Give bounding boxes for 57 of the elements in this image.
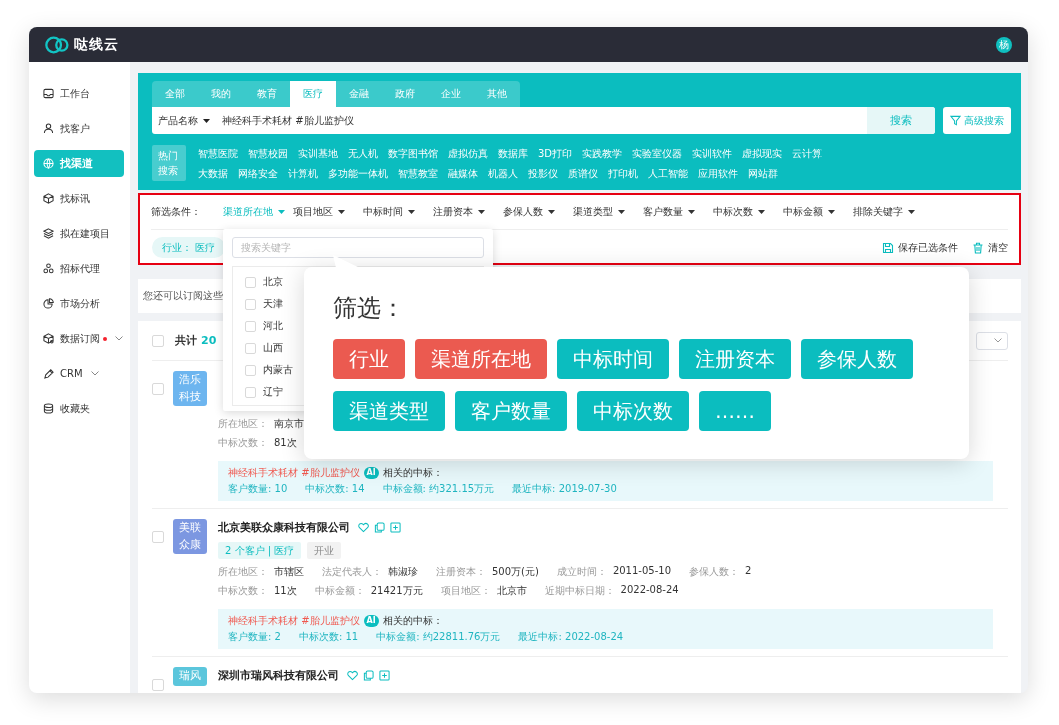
field-value: 南京市 [274, 416, 304, 431]
filter-tag: …… [699, 391, 771, 431]
total-label: 共计 [175, 333, 197, 348]
filter-tag: 中标次数 [577, 391, 689, 431]
field-value: 2011-05-10 [612, 564, 671, 578]
field-label: 项目地区： [440, 583, 491, 598]
field-value: 韩淑珍 [388, 564, 418, 579]
filter-label: 筛选条件： [151, 205, 202, 219]
field-label: 注册资本： [436, 564, 486, 579]
field-label: 中标次数： [218, 435, 268, 450]
field-value: 北京市 [496, 583, 527, 598]
field-label: 法定代表人： [322, 564, 382, 579]
field-label: 中标金额： [314, 583, 365, 598]
filter-tag: 参保人数 [801, 339, 913, 379]
bid-stat: 中标次数: 11 [298, 630, 359, 644]
field-label: 所在地区： [218, 564, 268, 579]
bid-stat: 最近中标: 2019-07-30 [512, 482, 617, 496]
bid-stat: 客户数量: 2 [228, 630, 281, 644]
filter-tag: 注册资本 [679, 339, 791, 379]
field-label: 参保人数： [689, 564, 739, 579]
bid-stat: 中标金额: 约321.15万元 [382, 482, 495, 496]
keyword-text: 神经科手术耗材 #胎儿监护仪 [228, 466, 360, 480]
filter-tag: 中标时间 [557, 339, 669, 379]
bid-stat: 客户数量: 10 [228, 482, 288, 496]
field-value: 市辖区 [274, 564, 304, 579]
app-name: 哒线云 [74, 35, 119, 54]
field-value: 500万(元) [492, 564, 539, 579]
bid-stat: 中标金额: 约22811.76万元 [376, 630, 501, 644]
bid-stat: 中标次数: 14 [305, 482, 365, 496]
status-tag: 开业 [307, 542, 342, 559]
filter-tag: 客户数量 [455, 391, 567, 431]
company-avatar: 浩乐科技 [173, 371, 207, 406]
field-value: 2 [745, 564, 752, 578]
customer-scope-tag: 2 个客户 | 医疗 [218, 542, 302, 559]
total-count: 20 [201, 334, 217, 347]
filter-tag: 渠道所在地 [415, 339, 547, 379]
company-avatar: 美联众康 [173, 519, 207, 554]
field-label: 成立时间： [556, 564, 607, 579]
bid-stat: 最近中标: 2022-08-24 [518, 630, 624, 644]
filter-tag: 渠道类型 [333, 391, 445, 431]
field-label: 所在地区： [218, 416, 268, 431]
callout-title: 筛选： [333, 293, 406, 324]
filter-tag: 行业 [333, 339, 405, 379]
related-label: 相关的中标： [382, 614, 443, 628]
ai-badge: AI [363, 615, 379, 627]
hot-search-label: 热门搜索 [152, 145, 186, 181]
company-avatar: 瑞风 [173, 667, 207, 686]
field-value: 21421万元 [370, 583, 423, 598]
keyword-text: 神经科手术耗材 #胎儿监护仪 [228, 614, 360, 628]
field-value: 2022-08-24 [620, 583, 679, 597]
ai-badge: AI [363, 467, 379, 479]
subscribe-hint: 您还可以订阅这些 [143, 289, 223, 303]
related-label: 相关的中标： [382, 466, 443, 480]
field-value: 81次 [274, 435, 297, 450]
field-value: 11次 [274, 583, 297, 598]
field-label: 中标次数： [218, 583, 268, 598]
field-label: 近期中标日期： [544, 583, 615, 598]
